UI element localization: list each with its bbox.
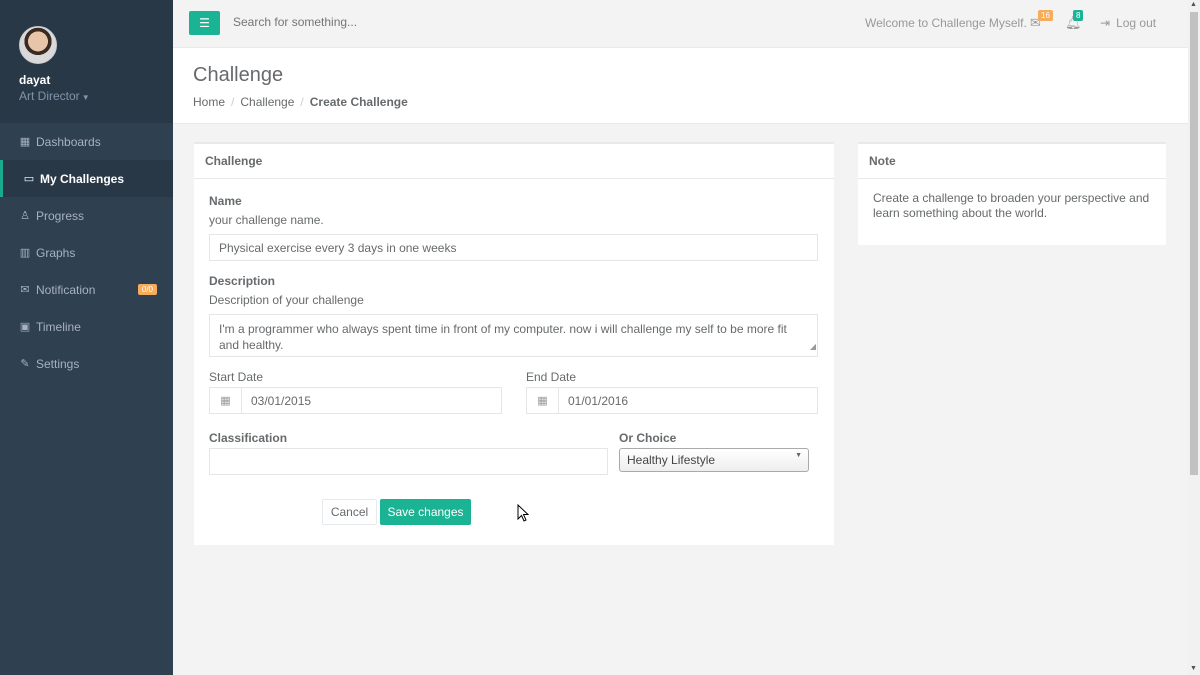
scroll-down-icon[interactable]: ▼	[1190, 665, 1197, 672]
sidebar-item-dashboards[interactable]: ▦ Dashboards	[0, 123, 173, 160]
sidebar-item-label: Timeline	[36, 319, 81, 334]
cancel-button[interactable]: Cancel	[322, 499, 377, 525]
start-date-label: Start Date	[209, 370, 264, 384]
flask-icon: ♙	[20, 210, 30, 222]
description-label: Description	[209, 274, 276, 288]
sign-out-icon: ⇥	[1100, 16, 1111, 30]
sidebar-item-notification[interactable]: ✉ Notification 0/0	[0, 271, 173, 308]
menu-toggle-button[interactable]: ☰	[189, 11, 220, 35]
classification-input[interactable]	[209, 448, 608, 475]
sidebar-item-graphs[interactable]: ▥ Graphs	[0, 234, 173, 271]
logout-label: Log out	[1116, 16, 1157, 30]
user-role-dropdown[interactable]: Art Director ▼	[19, 89, 173, 103]
sidebar-item-label: Dashboards	[36, 134, 101, 149]
description-text: I'm a programmer who always spent time i…	[219, 322, 787, 352]
magic-icon: ✎	[20, 358, 30, 370]
note-text: Create a challenge to broaden your persp…	[873, 191, 1150, 220]
sidebar-nav: ▦ Dashboards ▭ My Challenges ♙ Progress ▥ Gr…	[0, 123, 173, 382]
sidebar-item-label: Notification	[36, 282, 96, 297]
desktop-icon: ▭	[23, 173, 35, 185]
sidebar-item-progress[interactable]: ♙ Progress	[0, 197, 173, 234]
start-date-field[interactable]: ▦ 03/01/2015	[209, 387, 502, 414]
end-date-value: 01/01/2016	[568, 393, 629, 408]
th-large-icon: ▦	[19, 136, 31, 148]
page-scrollbar[interactable]: ▲ ▼	[1188, 0, 1200, 675]
top-navbar: ☰ Welcome to Challenge Myself. ✉16 🔔︎8 ⇥…	[173, 0, 1188, 48]
description-help-text: Description of your challenge	[209, 293, 364, 307]
sidebar-item-timeline[interactable]: ▣ Timeline	[0, 308, 173, 345]
name-help-text: your challenge name.	[209, 213, 324, 227]
sidebar-item-settings[interactable]: ✎ Settings	[0, 345, 173, 382]
scroll-up-icon[interactable]: ▲	[1190, 1, 1197, 8]
messages-count-badge: 16	[1038, 10, 1053, 21]
description-textarea[interactable]: I'm a programmer who always spent time i…	[209, 314, 818, 357]
search-input[interactable]	[233, 15, 533, 29]
messages-button[interactable]: ✉ 16	[1030, 10, 1053, 31]
bar-chart-icon: ▥	[19, 247, 31, 259]
name-input[interactable]: Physical exercise every 3 days in one we…	[209, 234, 818, 261]
scrollbar-thumb[interactable]	[1190, 12, 1198, 475]
caret-down-icon: ▼	[81, 93, 90, 102]
picture-icon: ▣	[19, 321, 31, 333]
resize-handle-icon[interactable]: ◢	[810, 339, 816, 355]
notification-badge: 0/0	[137, 284, 157, 295]
panel-title: Challenge	[194, 144, 834, 179]
user-role: Art Director	[19, 89, 80, 103]
end-date-field[interactable]: ▦ 01/01/2016	[526, 387, 818, 414]
save-changes-button[interactable]: Save changes	[380, 499, 471, 525]
or-choice-label: Or Choice	[619, 431, 677, 445]
note-title: Note	[858, 144, 1166, 179]
sidebar-item-my-challenges[interactable]: ▭ My Challenges	[0, 160, 173, 197]
breadcrumb-challenge[interactable]: Challenge	[240, 95, 294, 109]
name-label: Name	[209, 194, 242, 208]
classification-label: Classification	[209, 431, 288, 445]
hamburger-icon: ☰	[199, 16, 210, 30]
page-heading: Challenge Home / Challenge / Create Challeng…	[173, 48, 1188, 124]
breadcrumb-home[interactable]: Home	[193, 95, 225, 109]
sidebar-item-label: Progress	[36, 208, 85, 223]
sidebar: dayat Art Director ▼ ▦ Dashboards ▭ My Chal…	[0, 0, 173, 675]
user-name: dayat	[19, 73, 51, 87]
alerts-button[interactable]: 🔔︎ 8	[1065, 10, 1084, 31]
logout-link[interactable]: ⇥ Log out	[1100, 16, 1156, 30]
envelope-icon: ✉	[20, 284, 30, 296]
sidebar-item-label: My Challenges	[40, 171, 125, 186]
start-date-value: 03/01/2015	[251, 393, 312, 408]
alerts-count-badge: 8	[1073, 10, 1084, 21]
mouse-cursor-icon	[517, 504, 529, 522]
breadcrumb: Home / Challenge / Create Challenge	[193, 95, 408, 109]
page-title: Challenge	[193, 64, 284, 86]
avatar[interactable]	[19, 26, 57, 64]
choice-select[interactable]: Healthy Lifestyle ▼	[619, 448, 809, 472]
sidebar-item-label: Settings	[36, 356, 80, 371]
note-panel: Note Create a challenge to broaden your …	[858, 142, 1166, 245]
calendar-icon[interactable]: ▦	[210, 388, 242, 413]
sidebar-item-label: Graphs	[36, 245, 76, 260]
calendar-icon[interactable]: ▦	[527, 388, 559, 413]
choice-selected-value: Healthy Lifestyle	[627, 453, 716, 467]
challenge-form-panel: Challenge Name your challenge name. Phys…	[194, 142, 834, 545]
profile-block: dayat Art Director ▼	[0, 0, 173, 123]
chevron-down-icon: ▼	[795, 452, 802, 459]
breadcrumb-current: Create Challenge	[309, 95, 408, 109]
end-date-label: End Date	[526, 370, 577, 384]
welcome-message: Welcome to Challenge Myself.	[865, 16, 1027, 30]
